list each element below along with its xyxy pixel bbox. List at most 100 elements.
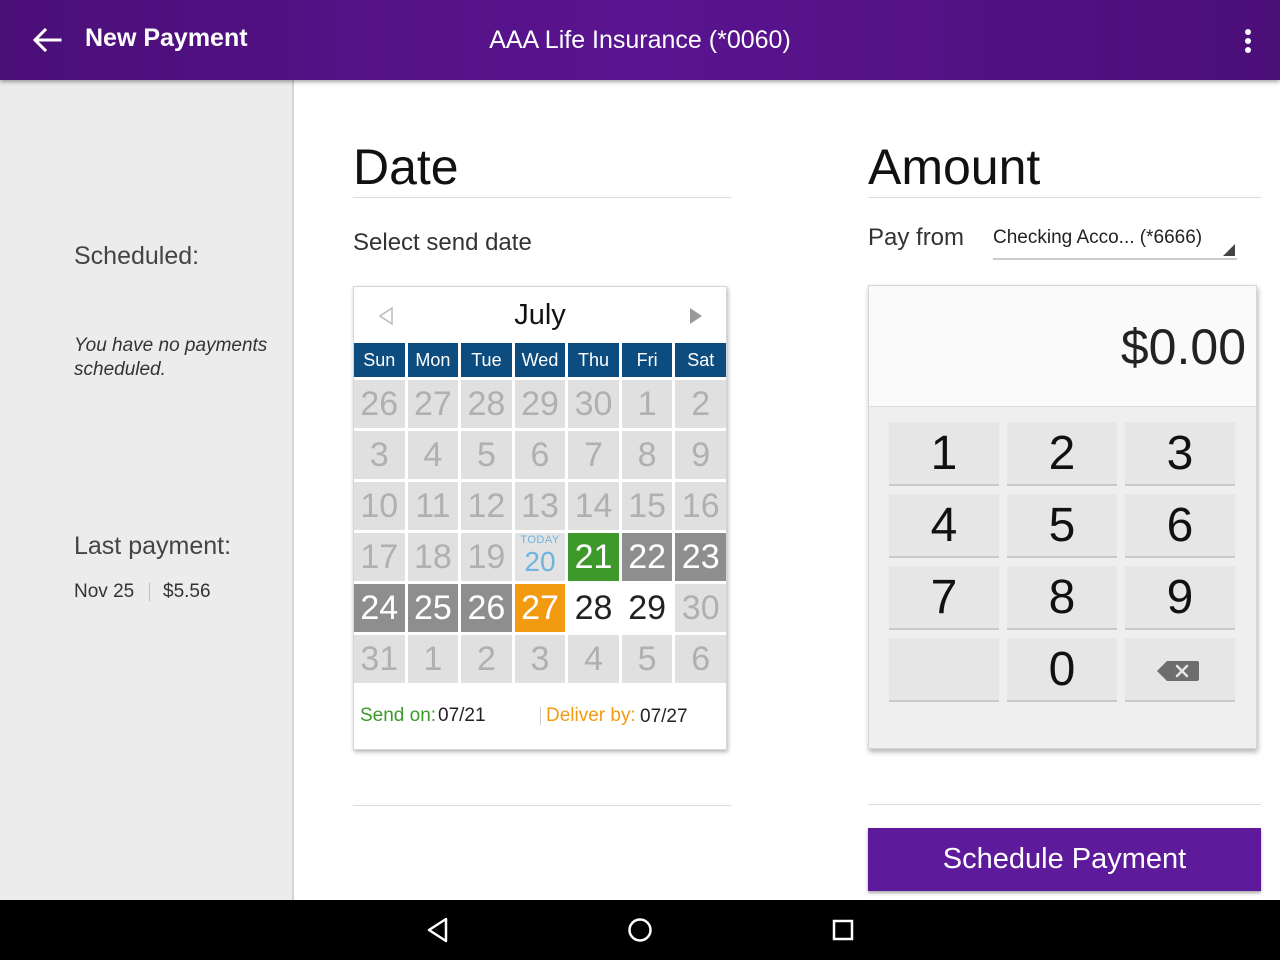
date-section-title: Date	[353, 139, 459, 195]
schedule-payment-button[interactable]: Schedule Payment	[868, 828, 1261, 891]
calendar-day: 9	[675, 431, 726, 479]
calendar-day: 5	[461, 431, 512, 479]
amount-title-divider	[868, 197, 1261, 198]
last-payment-date: Nov 25	[74, 581, 135, 602]
calendar-day: 15	[621, 482, 673, 530]
date-bottom-divider	[353, 805, 731, 806]
select-send-date-label: Select send date	[353, 229, 532, 256]
calendar-day-available[interactable]: 29	[621, 584, 673, 632]
deliver-by-value: 07/27	[640, 706, 688, 727]
key-1[interactable]: 1	[889, 422, 999, 486]
last-payment-label: Last payment:	[74, 532, 232, 560]
calendar-day-in-range[interactable]: 25	[407, 584, 459, 632]
key-5[interactable]: 5	[1007, 494, 1117, 558]
calendar-day: 1	[621, 380, 673, 428]
calendar-day-in-range[interactable]: 23	[675, 533, 726, 581]
calendar-month: July	[514, 299, 566, 331]
calendar-day: 31	[354, 635, 405, 683]
calendar-day: 3	[354, 431, 405, 479]
amount-value: $0.00	[1120, 319, 1246, 375]
scheduled-label: Scheduled:	[74, 242, 200, 270]
more-vert-icon[interactable]	[1236, 24, 1260, 58]
key-0[interactable]: 0	[1007, 638, 1117, 702]
calendar-day: 7	[568, 431, 619, 479]
calendar-day: 13	[514, 482, 566, 530]
pay-from-account-select[interactable]: Checking Acco... (*6666)	[993, 226, 1237, 260]
amount-bottom-divider	[868, 804, 1261, 805]
calendar-day: 4	[407, 431, 459, 479]
calendar-day: 4	[568, 635, 619, 683]
weekday-thu: Thu	[568, 343, 619, 377]
weekday-fri: Fri	[621, 343, 673, 377]
send-on-value: 07/21	[438, 705, 486, 726]
calendar-day: 29	[514, 380, 566, 428]
calendar-day: 18	[407, 533, 459, 581]
calendar-day: 26	[354, 380, 405, 428]
backspace-icon	[1157, 661, 1199, 681]
next-month-icon[interactable]	[686, 305, 706, 327]
calendar-day-in-range[interactable]: 22	[621, 533, 673, 581]
calendar-day-in-range[interactable]: 24	[354, 584, 405, 632]
nav-recents-icon[interactable]	[829, 916, 857, 944]
calendar-day-today: TODAY 20	[514, 533, 566, 581]
system-nav-bar	[0, 900, 1280, 960]
dropdown-arrow-icon	[1223, 244, 1235, 256]
key-7[interactable]: 7	[889, 566, 999, 630]
calendar-day: 6	[514, 431, 566, 479]
calendar-day: 5	[621, 635, 673, 683]
calendar-day: 19	[461, 533, 512, 581]
app-bar: New Payment AAA Life Insurance (*0060)	[0, 0, 1280, 80]
amount-section-title: Amount	[868, 139, 1041, 195]
send-on-label: Send on:	[360, 705, 437, 726]
weekday-sun: Sun	[354, 343, 405, 377]
back-arrow-icon[interactable]	[26, 22, 66, 58]
calendar-day: 28	[461, 380, 512, 428]
nav-back-icon[interactable]	[424, 916, 452, 944]
backspace-key[interactable]	[1125, 638, 1235, 702]
calendar-day: 8	[621, 431, 673, 479]
calendar-day: 12	[461, 482, 512, 530]
key-6[interactable]: 6	[1125, 494, 1235, 558]
weekday-header: Sun Mon Tue Wed Thu Fri Sat	[354, 343, 726, 377]
calendar-day: 16	[675, 482, 726, 530]
key-2[interactable]: 2	[1007, 422, 1117, 486]
calendar-day: 11	[407, 482, 459, 530]
deliver-by-label: Deliver by:	[546, 705, 636, 726]
key-8[interactable]: 8	[1007, 566, 1117, 630]
footer-divider	[540, 707, 541, 725]
key-4[interactable]: 4	[889, 494, 999, 558]
number-keypad: 1 2 3 4 5 6 7 8 9 0	[889, 422, 1235, 702]
key-blank	[889, 638, 999, 702]
date-title-divider	[353, 197, 731, 198]
last-payment-divider	[149, 583, 150, 601]
weekday-wed: Wed	[514, 343, 566, 377]
key-3[interactable]: 3	[1125, 422, 1235, 486]
calendar-day-deliver-by[interactable]: 27	[514, 584, 566, 632]
calendar: July Sun Mon Tue Wed Thu Fri Sat 26 27 2…	[353, 286, 727, 750]
nav-home-icon[interactable]	[626, 916, 654, 944]
page-title: New Payment	[85, 24, 248, 52]
calendar-day: 17	[354, 533, 405, 581]
last-payment-amount: $5.56	[163, 581, 211, 602]
scheduled-empty-text: You have no payments scheduled.	[74, 335, 268, 380]
calendar-day: 6	[675, 635, 726, 683]
payee-title: AAA Life Insurance (*0060)	[489, 26, 791, 54]
calendar-day: 1	[407, 635, 459, 683]
key-9[interactable]: 9	[1125, 566, 1235, 630]
amount-keypad-card: $0.00 1 2 3 4 5 6 7 8 9 0	[868, 285, 1257, 749]
amount-display: $0.00	[869, 286, 1256, 407]
calendar-day: 14	[568, 482, 619, 530]
calendar-day: 2	[461, 635, 512, 683]
calendar-day-send-selected[interactable]: 21	[568, 533, 619, 581]
today-day-number: 20	[524, 546, 556, 577]
payment-summary-panel: Scheduled: You have no payments schedule…	[0, 80, 294, 900]
weekday-sat: Sat	[675, 343, 726, 377]
pay-from-label: Pay from	[868, 224, 965, 251]
calendar-day-available[interactable]: 28	[568, 584, 619, 632]
calendar-day: 30	[675, 584, 726, 632]
calendar-day: 27	[407, 380, 459, 428]
selected-account: Checking Acco... (*6666)	[993, 227, 1203, 248]
calendar-day: 10	[354, 482, 405, 530]
calendar-days: 26 27 28 29 30 1 2 3 4 5 6 7 8 9 10 11 1…	[354, 380, 726, 683]
calendar-day-in-range[interactable]: 26	[461, 584, 512, 632]
